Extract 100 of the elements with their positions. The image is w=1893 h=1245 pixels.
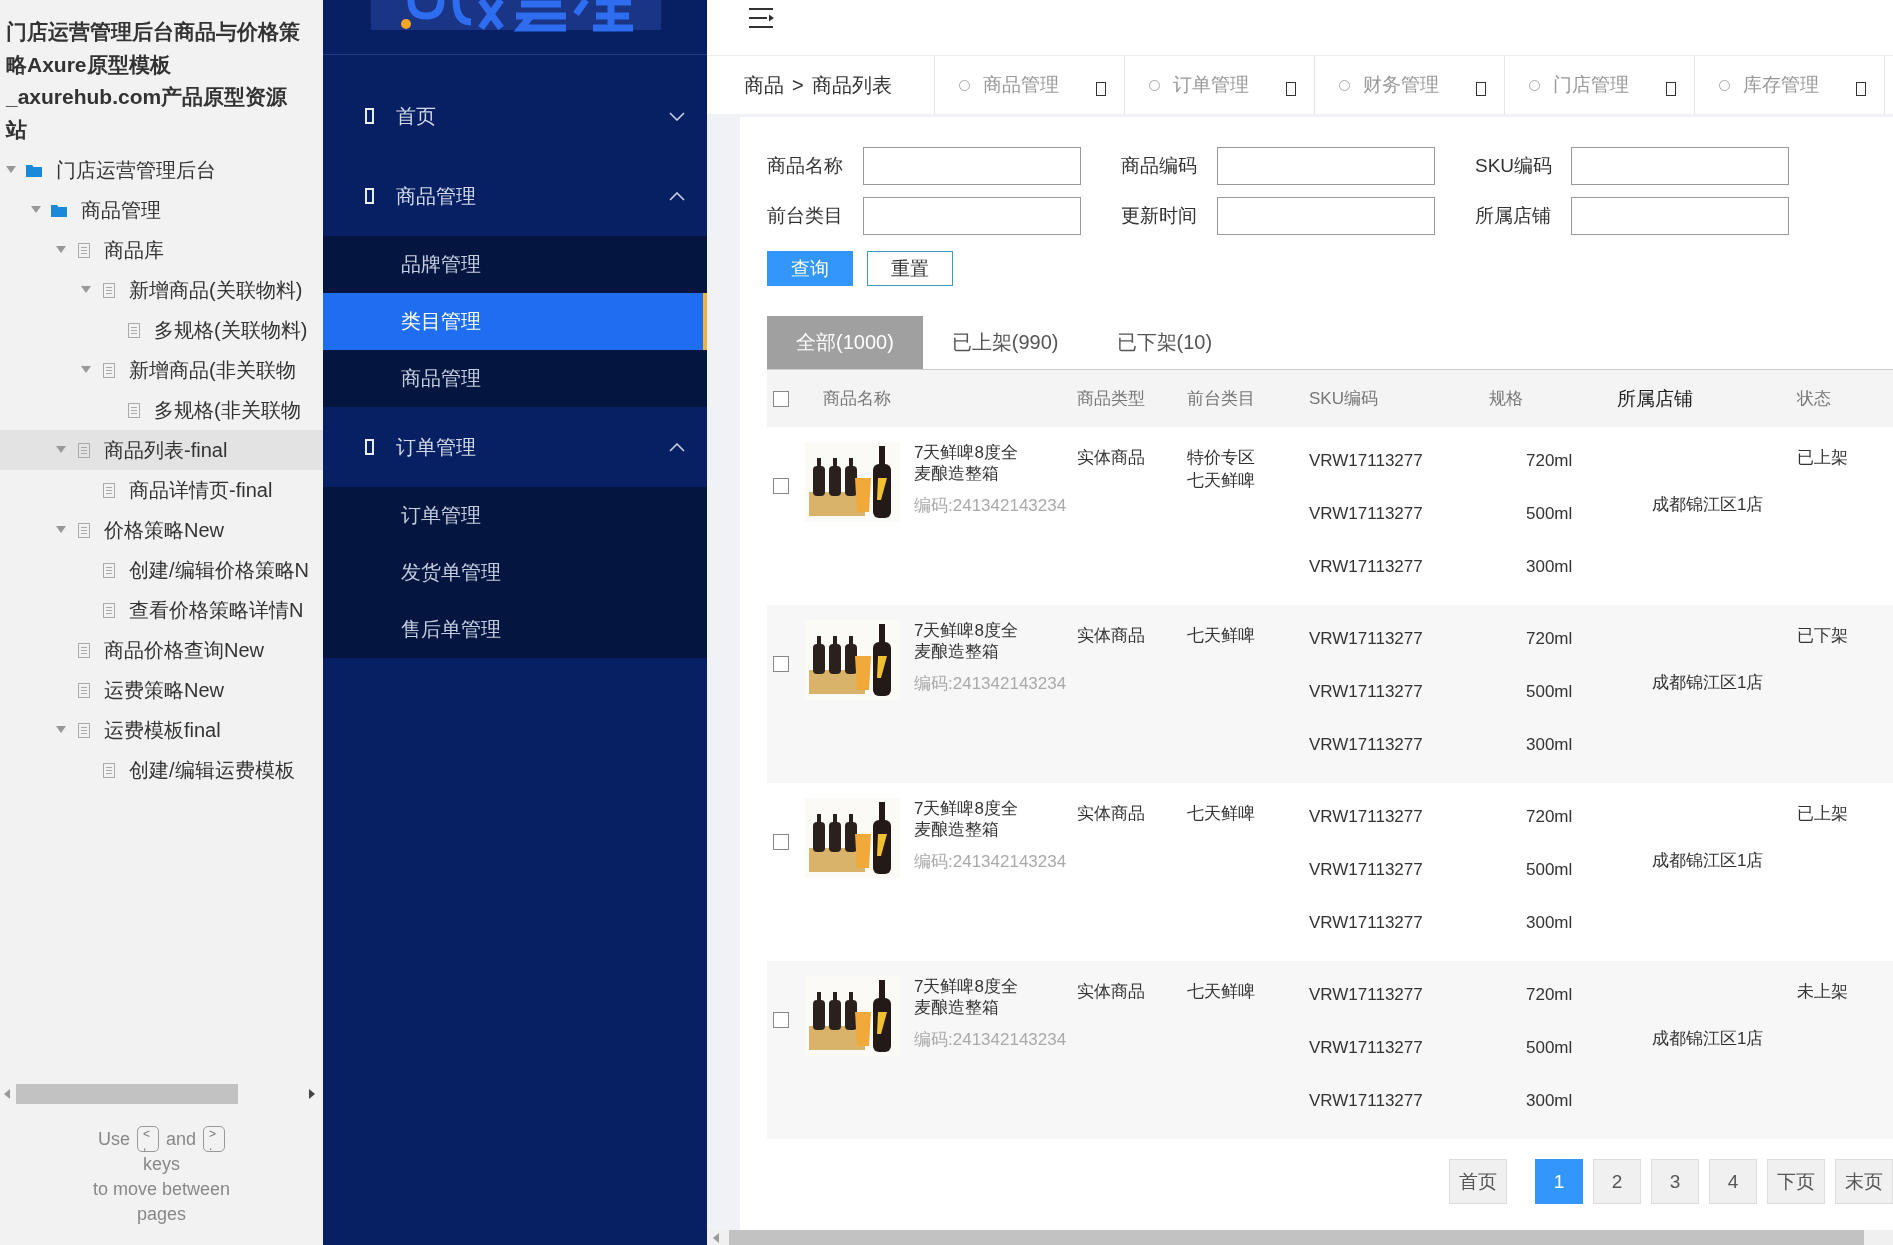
- tree-item[interactable]: 多规格(非关联物: [0, 390, 323, 430]
- table-cell-text: 实体商品: [1077, 981, 1146, 1003]
- checkbox[interactable]: [773, 1012, 789, 1028]
- table-cell-text: 300ml: [1526, 1090, 1574, 1112]
- caret-icon[interactable]: [56, 246, 66, 254]
- nav-item[interactable]: 商品管理: [323, 350, 707, 407]
- keycap: < ,: [137, 1126, 159, 1152]
- caret-icon[interactable]: [6, 166, 16, 174]
- page-button[interactable]: 3: [1651, 1159, 1699, 1204]
- caret-icon[interactable]: [56, 526, 66, 534]
- scroll-left-icon[interactable]: [4, 1089, 10, 1099]
- square-icon[interactable]: [1666, 82, 1676, 96]
- page-button[interactable]: 4: [1709, 1159, 1757, 1204]
- nav-item[interactable]: 类目管理: [323, 293, 707, 350]
- checkbox[interactable]: [773, 478, 789, 494]
- product-code: 编码:241342143234: [914, 673, 1067, 695]
- table-cell-text: 已上架: [1797, 803, 1849, 825]
- nav-item[interactable]: 订单管理: [323, 487, 707, 544]
- product-name: 7天鲜啤8度全麦酿造整箱: [914, 798, 1019, 840]
- checkbox[interactable]: [773, 656, 789, 672]
- tree-item[interactable]: 新增商品(关联物料): [0, 270, 323, 310]
- tree-item[interactable]: 价格策略New: [0, 510, 323, 550]
- field-label: 商品编码: [1121, 154, 1198, 178]
- page-button[interactable]: 2: [1593, 1159, 1641, 1204]
- tree-item[interactable]: 商品管理: [0, 190, 323, 230]
- table-cell-text: 已下架: [1797, 625, 1849, 647]
- square-icon[interactable]: [1476, 82, 1486, 96]
- table-cell-text: 500ml: [1526, 1037, 1574, 1059]
- nav-item[interactable]: 售后单管理: [323, 601, 707, 658]
- field-label: 更新时间: [1121, 204, 1198, 228]
- column-header: 规格: [1489, 388, 1524, 410]
- table-cell: 成都锦江区1店: [1652, 673, 1764, 692]
- tree-item[interactable]: 多规格(关联物料): [0, 310, 323, 350]
- status-tab[interactable]: 已上架(990): [922, 316, 1088, 369]
- caret-icon[interactable]: [31, 206, 41, 214]
- caret-icon[interactable]: [81, 286, 91, 294]
- breadcrumb-link[interactable]: 商品: [744, 71, 784, 99]
- tree-item[interactable]: 运费策略New: [0, 670, 323, 710]
- caret-icon[interactable]: [56, 446, 66, 454]
- square-icon: [365, 108, 374, 124]
- table-cell-text: VRW17113277: [1309, 859, 1424, 881]
- hint-text: pages: [135, 1203, 187, 1226]
- tree-item[interactable]: 商品价格查询New: [0, 630, 323, 670]
- table-cell-text: 已上架: [1797, 447, 1849, 469]
- tree-item[interactable]: 商品详情页-final: [0, 470, 323, 510]
- hint-text: Use: [97, 1127, 130, 1151]
- square-icon[interactable]: [1286, 82, 1296, 96]
- input-field[interactable]: [1571, 197, 1789, 235]
- table-cell-text: 实体商品: [1077, 803, 1146, 825]
- hint-text: to move between: [91, 1178, 232, 1201]
- table-cell-text: 实体商品: [1077, 447, 1146, 469]
- caret-icon[interactable]: [81, 366, 91, 374]
- nav-group[interactable]: 首页: [323, 76, 707, 156]
- checkbox[interactable]: [773, 390, 789, 407]
- scroll-right-icon[interactable]: [309, 1089, 315, 1099]
- product-name: 7天鲜啤8度全麦酿造整箱: [914, 442, 1019, 484]
- folder-icon: [51, 203, 67, 217]
- tree-item[interactable]: 新增商品(非关联物: [0, 350, 323, 390]
- reset-button[interactable]: 重置: [867, 251, 953, 286]
- nav-item[interactable]: 发货单管理: [323, 544, 707, 601]
- tree-item[interactable]: 创建/编辑价格策略N: [0, 550, 323, 590]
- tree-item[interactable]: 运费模板final: [0, 710, 323, 750]
- scrollbar-thumb[interactable]: [729, 1230, 1864, 1245]
- scroll-left-icon[interactable]: [713, 1232, 719, 1243]
- nav-group[interactable]: 订单管理: [323, 407, 707, 487]
- breadcrumb-separator: >: [792, 73, 804, 97]
- square-icon[interactable]: [1856, 82, 1866, 96]
- tree-item[interactable]: 创建/编辑运费模板: [0, 750, 323, 790]
- nav-item[interactable]: 品牌管理: [323, 236, 707, 293]
- menu-icon[interactable]: [749, 7, 775, 28]
- page-button[interactable]: 首页: [1449, 1159, 1507, 1204]
- page-icon: [78, 242, 90, 258]
- page-icon: [128, 322, 140, 338]
- tree-item[interactable]: 商品列表-final: [0, 430, 323, 470]
- table-cell-text: 500ml: [1526, 681, 1574, 703]
- table-cell-text: VRW17113277: [1309, 1037, 1424, 1059]
- input-field[interactable]: [863, 197, 1081, 235]
- table-cell-text: 七天鲜啤: [1187, 803, 1256, 825]
- input-field[interactable]: [1217, 147, 1435, 185]
- page-button[interactable]: 末页: [1835, 1159, 1893, 1204]
- tree-item[interactable]: 门店运营管理后台: [0, 150, 323, 190]
- checkbox[interactable]: [773, 834, 789, 850]
- scrollbar-thumb[interactable]: [16, 1084, 238, 1104]
- page-button[interactable]: 下页: [1767, 1159, 1825, 1204]
- page-icon: [128, 402, 140, 418]
- status-tab[interactable]: 已下架(10): [1087, 316, 1242, 369]
- input-field[interactable]: [1217, 197, 1435, 235]
- table-cell-text: 300ml: [1526, 912, 1574, 934]
- square-icon[interactable]: [1096, 82, 1106, 96]
- page-icon: [103, 762, 115, 778]
- table-cell-text: 实体商品: [1077, 625, 1146, 647]
- field-label: 前台类目: [767, 204, 844, 228]
- input-field[interactable]: [1571, 147, 1789, 185]
- nav-group[interactable]: 商品管理: [323, 156, 707, 236]
- tree-item[interactable]: 商品库: [0, 230, 323, 270]
- table-cell-text: 300ml: [1526, 556, 1574, 578]
- caret-icon[interactable]: [56, 726, 66, 734]
- field-label: SKU编码: [1475, 154, 1554, 178]
- input-field[interactable]: [863, 147, 1081, 185]
- tree-item[interactable]: 查看价格策略详情N: [0, 590, 323, 630]
